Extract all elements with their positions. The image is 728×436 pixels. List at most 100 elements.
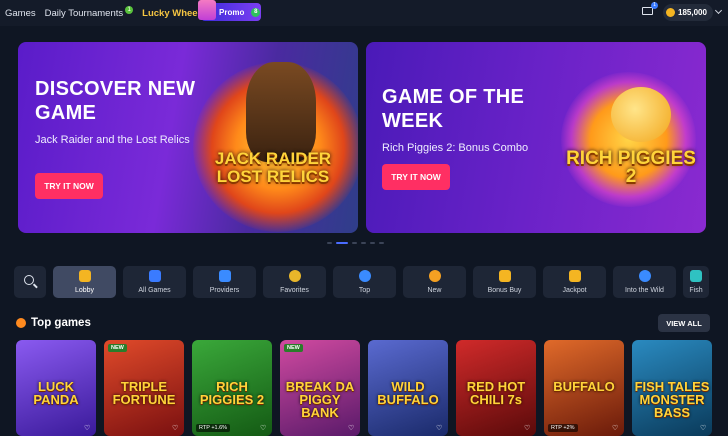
balance-pill[interactable]: 185,000 bbox=[663, 4, 713, 21]
category-label: New bbox=[427, 287, 442, 294]
game-tile-break-da-piggy-bank[interactable]: NEW BREAK DA PIGGY BANK ♡ bbox=[280, 340, 360, 436]
game-title: LUCK PANDA bbox=[33, 379, 79, 407]
gamepad-icon bbox=[148, 270, 161, 282]
game-title: TRIPLE FORTUNE bbox=[112, 379, 176, 407]
category-label: Bonus Buy bbox=[487, 287, 522, 294]
category-label: Jackpot bbox=[562, 287, 587, 294]
category-new[interactable]: New bbox=[403, 266, 466, 298]
cherry-icon bbox=[16, 318, 26, 328]
fish-icon bbox=[690, 270, 702, 282]
heart-icon[interactable]: ♡ bbox=[172, 425, 180, 432]
rtp-badge: RTP +1.6% bbox=[196, 424, 231, 432]
heart-icon[interactable]: ♡ bbox=[260, 425, 268, 432]
banner-game-logo: JACK RAIDER LOST RELICS bbox=[214, 149, 332, 186]
banner-game-of-the-week[interactable]: RICH PIGGIES 2 GAME OF THE WEEK Rich Pig… bbox=[366, 42, 706, 233]
lobby-icon bbox=[78, 270, 91, 282]
tournaments-badge: 1 bbox=[125, 6, 134, 14]
rtp-badge: RTP +2% bbox=[548, 424, 578, 432]
heart-icon[interactable]: ♡ bbox=[524, 425, 532, 432]
explorer-figure bbox=[246, 62, 316, 162]
promo-badge: 8 bbox=[251, 7, 261, 17]
pig-figure bbox=[611, 87, 671, 142]
coin-icon bbox=[666, 8, 675, 17]
new-badge: NEW bbox=[108, 344, 127, 352]
chevron-down-icon[interactable] bbox=[714, 6, 723, 15]
target-icon bbox=[358, 270, 371, 282]
nav-games[interactable]: Games bbox=[5, 8, 36, 19]
nav-daily-tournaments[interactable]: Daily Tournaments 1 bbox=[44, 6, 134, 19]
category-fish[interactable]: Fish bbox=[683, 266, 709, 298]
mail-icon[interactable]: 1 bbox=[642, 2, 658, 15]
new-badge: NEW bbox=[284, 344, 303, 352]
heart-icon[interactable]: ♡ bbox=[700, 425, 708, 432]
section-top-games: Top games bbox=[16, 317, 91, 329]
try-it-now-button[interactable]: TRY IT NOW bbox=[382, 164, 450, 190]
view-all-button[interactable]: VIEW ALL bbox=[658, 314, 710, 332]
category-into-the-wild[interactable]: Into the Wild bbox=[613, 266, 676, 298]
paw-icon bbox=[638, 270, 651, 282]
trophy-icon bbox=[568, 270, 581, 282]
banner-title: GAME OF THE WEEK bbox=[382, 86, 525, 132]
game-tile-fish-tales[interactable]: FISH TALES MONSTER BASS ♡ bbox=[632, 340, 712, 436]
heart-icon[interactable]: ♡ bbox=[84, 425, 92, 432]
category-bonus-buy[interactable]: Bonus Buy bbox=[473, 266, 536, 298]
heart-icon[interactable]: ♡ bbox=[348, 425, 356, 432]
category-label: Providers bbox=[209, 287, 240, 294]
gift-icon bbox=[198, 0, 216, 20]
category-label: All Games bbox=[138, 287, 171, 294]
banner-subtitle: Rich Piggies 2: Bonus Combo bbox=[382, 142, 529, 154]
gift-icon bbox=[498, 270, 511, 282]
game-title: RICH PIGGIES 2 bbox=[199, 379, 265, 407]
heart-icon[interactable]: ♡ bbox=[436, 425, 444, 432]
search-button[interactable] bbox=[14, 266, 46, 298]
game-tile-wild-buffalo[interactable]: WILD BUFFALO ♡ bbox=[368, 340, 448, 436]
game-title: BUFFALO bbox=[553, 379, 615, 394]
game-title: BREAK DA PIGGY BANK bbox=[285, 379, 355, 420]
promo-label: Promo bbox=[219, 7, 245, 17]
game-tile-rich-piggies-2[interactable]: RICH PIGGIES 2 RTP +1.6% ♡ bbox=[192, 340, 272, 436]
balance-amount: 185,000 bbox=[678, 8, 707, 17]
carousel-dot[interactable] bbox=[352, 242, 357, 244]
search-icon-handle bbox=[33, 283, 38, 289]
promo-button[interactable]: Promo 8 bbox=[198, 0, 261, 21]
carousel-dot[interactable] bbox=[370, 242, 375, 244]
category-label: Into the Wild bbox=[625, 287, 664, 294]
nav-lucky-wheel[interactable]: Lucky Wheel bbox=[142, 8, 200, 19]
category-providers[interactable]: Providers bbox=[193, 266, 256, 298]
game-tile-luck-panda[interactable]: LUCK PANDA ♡ bbox=[16, 340, 96, 436]
category-all-games[interactable]: All Games bbox=[123, 266, 186, 298]
carousel-dots[interactable] bbox=[327, 242, 384, 244]
category-bar: Lobby All Games Providers Favorites Top … bbox=[14, 266, 709, 298]
game-tile-buffalo[interactable]: BUFFALO RTP +2% ♡ bbox=[544, 340, 624, 436]
category-label: Lobby bbox=[74, 287, 95, 294]
category-lobby[interactable]: Lobby bbox=[53, 266, 116, 298]
game-tile-triple-fortune[interactable]: NEW TRIPLE FORTUNE ♡ bbox=[104, 340, 184, 436]
category-jackpot[interactable]: Jackpot bbox=[543, 266, 606, 298]
banner-subtitle: Jack Raider and the Lost Relics bbox=[35, 134, 190, 146]
favorites-icon bbox=[288, 270, 301, 282]
category-label: Favorites bbox=[280, 287, 309, 294]
heart-icon[interactable]: ♡ bbox=[612, 425, 620, 432]
carousel-dot[interactable] bbox=[327, 242, 332, 244]
banner-game-logo: RICH PIGGIES 2 bbox=[566, 148, 696, 187]
game-title: WILD BUFFALO bbox=[377, 379, 439, 407]
try-it-now-button[interactable]: TRY IT NOW bbox=[35, 173, 103, 199]
carousel-dot[interactable] bbox=[361, 242, 366, 244]
providers-icon bbox=[218, 270, 231, 282]
banner-discover-new-game[interactable]: JACK RAIDER LOST RELICS DISCOVER NEW GAM… bbox=[18, 42, 358, 233]
top-games-row: LUCK PANDA ♡ NEW TRIPLE FORTUNE ♡ RICH PIGG… bbox=[16, 340, 712, 436]
game-title: FISH TALES MONSTER BASS bbox=[634, 379, 710, 420]
section-title: Top games bbox=[31, 317, 91, 329]
carousel-dot[interactable] bbox=[379, 242, 384, 244]
category-label: Fish bbox=[689, 287, 703, 294]
nav-tournaments-label: Daily Tournaments bbox=[44, 7, 124, 19]
category-top[interactable]: Top bbox=[333, 266, 396, 298]
carousel-dot-active[interactable] bbox=[336, 242, 348, 244]
top-nav: Games Daily Tournaments 1 Lucky Wheel Pro… bbox=[0, 0, 728, 26]
category-favorites[interactable]: Favorites bbox=[263, 266, 326, 298]
new-icon bbox=[428, 270, 441, 282]
game-tile-red-hot-chili[interactable]: RED HOT CHILI 7s ♡ bbox=[456, 340, 536, 436]
game-title: RED HOT CHILI 7s bbox=[466, 379, 526, 407]
category-label: Top bbox=[358, 287, 371, 294]
banner-title: DISCOVER NEW GAME bbox=[35, 78, 196, 124]
